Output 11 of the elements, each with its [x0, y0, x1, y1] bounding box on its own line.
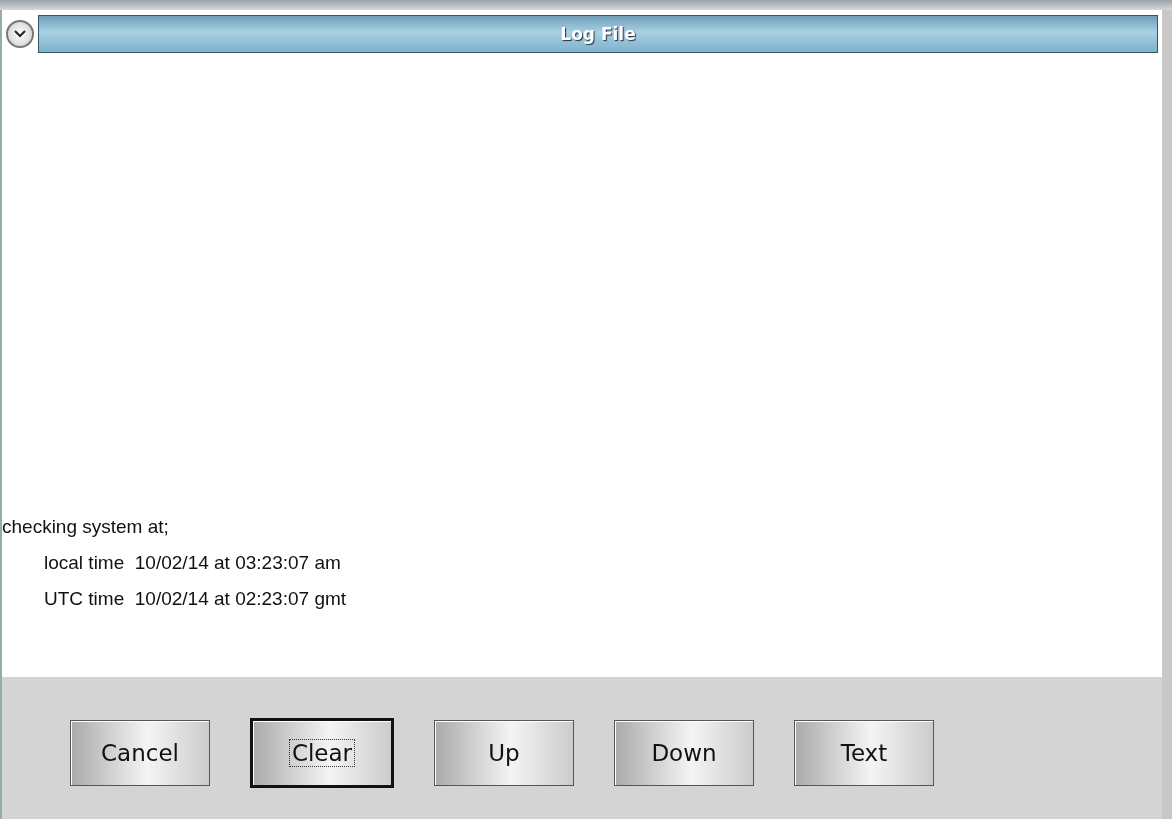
log-line: UTC time 10/02/14 at 02:23:07 gmt	[43, 587, 348, 611]
dialog-button[interactable]: Down	[614, 720, 754, 786]
dialog-button[interactable]: Cancel	[70, 720, 210, 786]
dialog-button[interactable]: Up	[434, 720, 574, 786]
log-line: local time 10/02/14 at 03:23:07 am	[43, 551, 342, 575]
chevron-down-icon	[14, 30, 26, 38]
window-title: Log File	[38, 15, 1158, 53]
dialog-button[interactable]: Text	[794, 720, 934, 786]
log-line: checking system at;	[2, 515, 170, 539]
window-menu-button[interactable]	[6, 20, 34, 48]
dialog-button[interactable]: Clear	[250, 718, 394, 788]
